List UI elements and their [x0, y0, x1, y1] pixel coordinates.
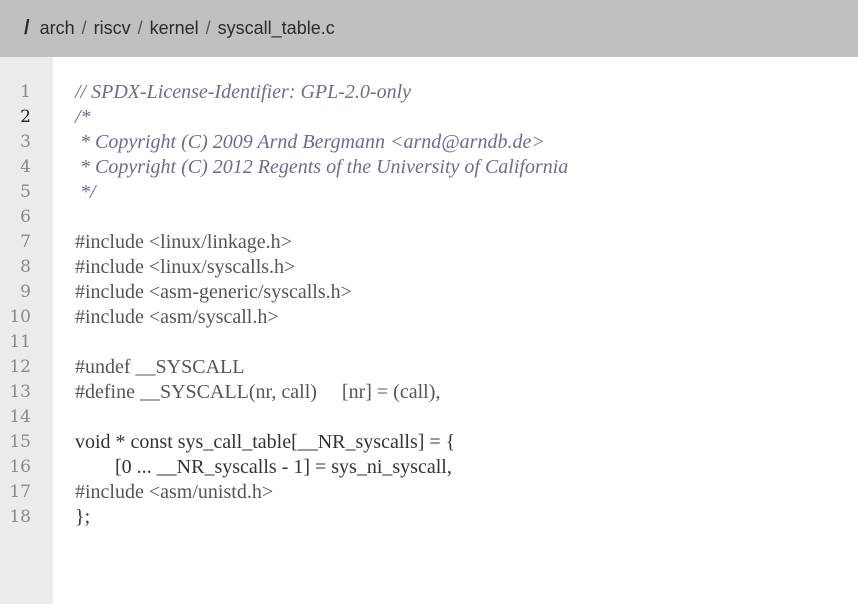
code-line[interactable]: * Copyright (C) 2012 Regents of the Univ…: [75, 155, 568, 180]
breadcrumb-separator: /: [205, 18, 211, 38]
breadcrumb-item-riscv[interactable]: riscv: [94, 18, 131, 39]
code-line[interactable]: // SPDX-License-Identifier: GPL-2.0-only: [75, 80, 411, 105]
line-number: 16: [9, 457, 31, 477]
line-number: 18: [9, 507, 31, 527]
code-line[interactable]: [0 ... __NR_syscalls - 1] = sys_ni_sysca…: [75, 455, 452, 480]
code-line[interactable]: #include <asm-generic/syscalls.h>: [75, 280, 352, 305]
breadcrumb-separator: /: [81, 18, 87, 38]
line-number: 13: [9, 382, 31, 402]
breadcrumb-root[interactable]: /: [24, 17, 30, 40]
line-number: 14: [9, 407, 31, 427]
breadcrumb: / arch / riscv / kernel / syscall_table.…: [0, 0, 858, 57]
line-number: 12: [9, 357, 31, 377]
breadcrumb-separator: /: [137, 18, 143, 38]
code-line[interactable]: };: [75, 505, 90, 530]
line-number: 2: [20, 107, 31, 127]
line-number: 7: [20, 232, 31, 252]
code-line[interactable]: #include <asm/syscall.h>: [75, 305, 279, 330]
code-line[interactable]: #undef __SYSCALL: [75, 355, 244, 380]
line-number: 11: [9, 332, 31, 352]
code-line[interactable]: /*: [75, 105, 91, 130]
breadcrumb-item-arch[interactable]: arch: [40, 18, 75, 39]
breadcrumb-current-file: syscall_table.c: [217, 18, 335, 38]
code-line[interactable]: */: [75, 180, 96, 205]
line-number: 17: [9, 482, 31, 502]
line-number: 5: [20, 182, 31, 202]
line-number: 4: [20, 157, 31, 177]
breadcrumb-item-kernel[interactable]: kernel: [150, 18, 199, 39]
line-number: 10: [9, 307, 31, 327]
code-line[interactable]: #include <linux/syscalls.h>: [75, 255, 295, 280]
code-line[interactable]: #include <asm/unistd.h>: [75, 480, 273, 505]
line-number: 6: [20, 207, 31, 227]
line-number-gutter: 1 2 3 4 5 6 7 8 9 10 11 12 13 14 15 16 17 18: [0, 57, 53, 604]
code-line[interactable]: #define __SYSCALL(nr, call) [nr] = (call…: [75, 380, 440, 405]
line-number: 9: [20, 282, 31, 302]
code-line[interactable]: #include <linux/linkage.h>: [75, 230, 292, 255]
line-number: 1: [20, 82, 31, 102]
line-number: 8: [20, 257, 31, 277]
line-number: 15: [9, 432, 31, 452]
code-line[interactable]: void * const sys_call_table[__NR_syscall…: [75, 430, 455, 455]
line-number: 3: [20, 132, 31, 152]
code-line[interactable]: * Copyright (C) 2009 Arnd Bergmann <arnd…: [75, 130, 545, 155]
